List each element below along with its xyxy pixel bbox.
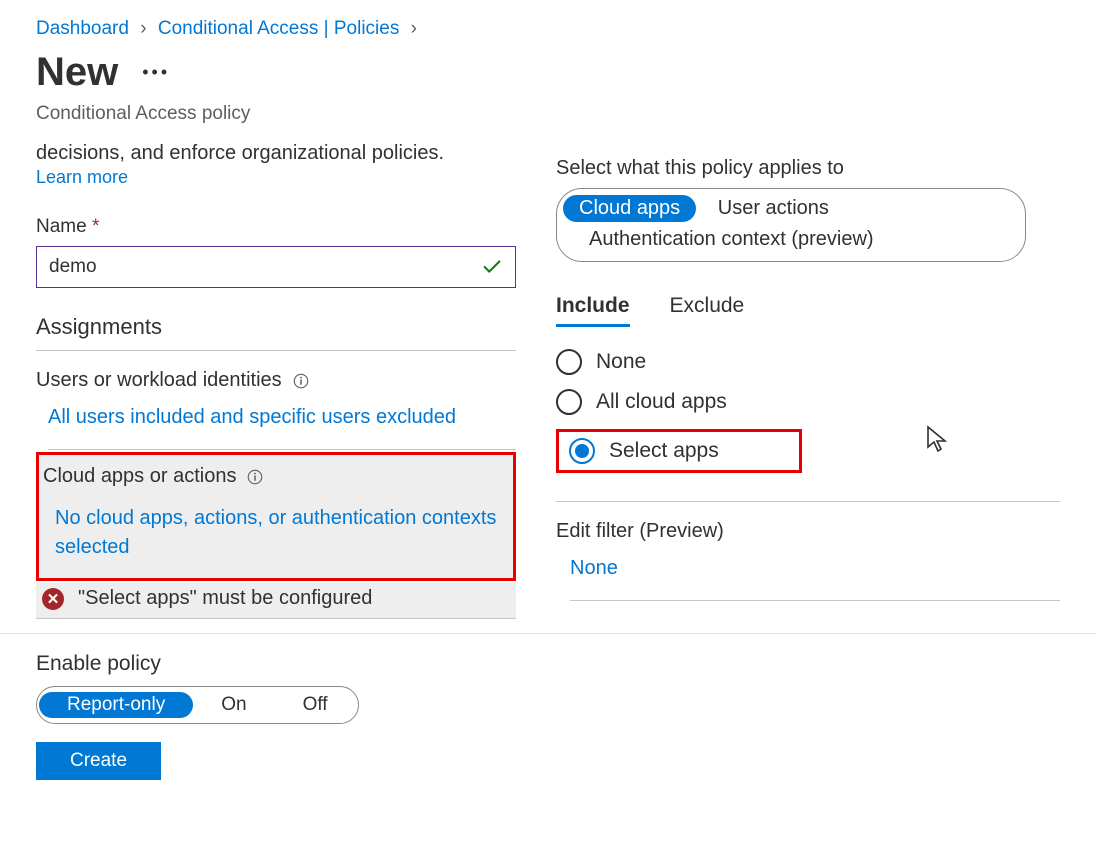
radio-icon bbox=[556, 389, 582, 415]
name-input-wrapper bbox=[36, 246, 516, 288]
breadcrumb-dashboard[interactable]: Dashboard bbox=[36, 18, 129, 39]
users-label: Users or workload identities bbox=[36, 369, 282, 392]
applies-to-label: Select what this policy applies to bbox=[556, 157, 1060, 180]
pill-cloud-apps[interactable]: Cloud apps bbox=[563, 195, 696, 222]
include-exclude-tabs: Include Exclude bbox=[556, 294, 1060, 327]
create-button[interactable]: Create bbox=[36, 742, 161, 780]
assignments-heading: Assignments bbox=[36, 314, 516, 351]
chevron-right-icon: › bbox=[411, 18, 417, 39]
users-value-link[interactable]: All users included and specific users ex… bbox=[48, 406, 516, 450]
name-input[interactable] bbox=[49, 256, 481, 278]
pill-auth-context[interactable]: Authentication context (preview) bbox=[573, 226, 890, 253]
toggle-report-only[interactable]: Report-only bbox=[39, 692, 193, 718]
applies-to-selector: Cloud apps User actions Authentication c… bbox=[556, 188, 1026, 262]
more-actions-button[interactable]: ••• bbox=[142, 62, 170, 83]
breadcrumb-conditional-access[interactable]: Conditional Access | Policies bbox=[158, 18, 400, 39]
policy-description: decisions, and enforce organizational po… bbox=[36, 139, 516, 167]
validation-error: ✕ "Select apps" must be configured bbox=[36, 583, 516, 619]
pill-user-actions[interactable]: User actions bbox=[702, 195, 845, 222]
divider bbox=[556, 501, 1060, 502]
info-icon[interactable] bbox=[292, 372, 310, 390]
breadcrumb: Dashboard › Conditional Access | Policie… bbox=[0, 0, 1096, 40]
page-subtitle: Conditional Access policy bbox=[36, 103, 1060, 125]
radio-all-cloud-apps[interactable]: All cloud apps bbox=[556, 389, 1060, 415]
edit-filter-value[interactable]: None bbox=[570, 557, 1060, 601]
toggle-off[interactable]: Off bbox=[275, 692, 356, 718]
name-label: Name bbox=[36, 216, 87, 237]
enable-policy-toggle: Report-only On Off bbox=[36, 686, 359, 724]
error-text: "Select apps" must be configured bbox=[78, 587, 372, 610]
radio-select-label: Select apps bbox=[609, 439, 719, 463]
tab-exclude[interactable]: Exclude bbox=[670, 294, 745, 327]
radio-select-apps-highlighted: Select apps bbox=[556, 429, 802, 473]
checkmark-icon bbox=[481, 256, 503, 278]
radio-none[interactable]: None bbox=[556, 349, 1060, 375]
radio-icon bbox=[569, 438, 595, 464]
enable-policy-label: Enable policy bbox=[36, 652, 1060, 676]
page-title: New bbox=[36, 50, 118, 95]
learn-more-link[interactable]: Learn more bbox=[36, 167, 128, 187]
cloud-apps-label: Cloud apps or actions bbox=[43, 465, 236, 488]
cloud-apps-value[interactable]: No cloud apps, actions, or authenticatio… bbox=[55, 504, 505, 562]
edit-filter-label: Edit filter (Preview) bbox=[556, 520, 1060, 543]
cloud-apps-section-highlighted: Cloud apps or actions No cloud apps, act… bbox=[36, 452, 516, 581]
info-icon[interactable] bbox=[246, 468, 264, 486]
tab-include[interactable]: Include bbox=[556, 294, 630, 327]
toggle-on[interactable]: On bbox=[193, 692, 274, 718]
radio-none-label: None bbox=[596, 350, 646, 374]
radio-icon bbox=[556, 349, 582, 375]
cloud-apps-field[interactable]: Cloud apps or actions bbox=[43, 465, 505, 488]
radio-all-label: All cloud apps bbox=[596, 390, 727, 414]
radio-select-apps[interactable]: Select apps bbox=[569, 438, 719, 464]
required-asterisk: * bbox=[92, 216, 99, 237]
chevron-right-icon: › bbox=[140, 18, 146, 39]
users-field[interactable]: Users or workload identities bbox=[36, 369, 516, 392]
error-icon: ✕ bbox=[42, 588, 64, 610]
